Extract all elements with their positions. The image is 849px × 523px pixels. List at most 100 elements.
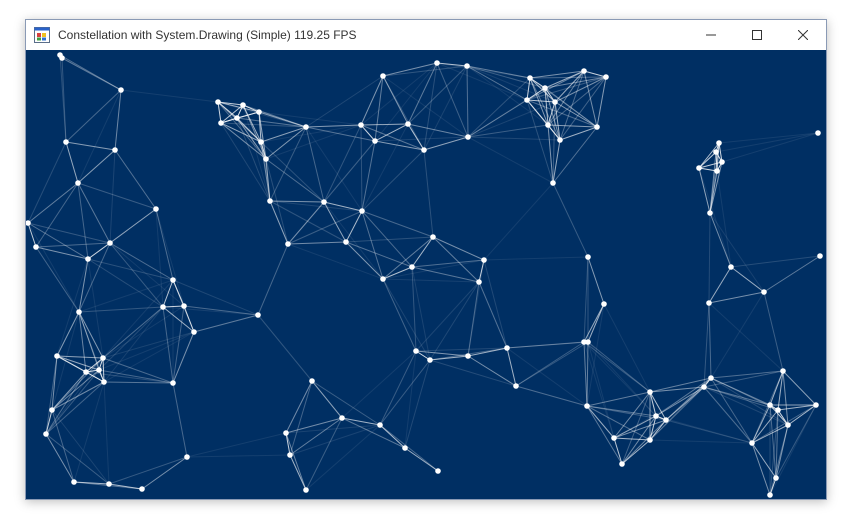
constellation-node [63,139,69,145]
window-title: Constellation with System.Drawing (Simpl… [58,28,357,42]
constellation-node [813,402,819,408]
constellation-node [611,435,617,441]
constellation-node [761,289,767,295]
constellation-node [43,431,49,437]
constellation-node [585,254,591,260]
constellation-node [402,445,408,451]
constellation-node [713,149,719,155]
constellation-node [240,102,246,108]
maximize-button[interactable] [734,20,780,50]
constellation-node [552,99,558,105]
constellation-node [557,137,563,143]
constellation-canvas [26,50,826,499]
constellation-node [267,198,273,204]
maximize-icon [752,30,762,40]
canvas-background [26,50,826,499]
constellation-node [184,454,190,460]
constellation-node [359,208,365,214]
constellation-node [817,253,823,259]
constellation-node [773,475,779,481]
minimize-button[interactable] [688,20,734,50]
constellation-node [59,55,65,61]
constellation-node [504,345,510,351]
constellation-node [287,452,293,458]
constellation-node [481,257,487,263]
constellation-node [309,378,315,384]
constellation-node [716,140,722,146]
constellation-node [285,241,291,247]
constellation-node [585,339,591,345]
constellation-node [545,122,551,128]
constellation-node [118,87,124,93]
constellation-node [255,312,261,318]
constellation-node [191,329,197,335]
constellation-node [707,210,713,216]
constellation-node [71,479,77,485]
constellation-node [601,301,607,307]
constellation-node [647,389,653,395]
constellation-node [339,415,345,421]
constellation-node [527,75,533,81]
constellation-node [283,430,289,436]
constellation-node [767,402,773,408]
constellation-node [603,74,609,80]
constellation-node [405,121,411,127]
close-icon [798,30,808,40]
constellation-node [85,256,91,262]
constellation-node [234,115,240,121]
constellation-node [780,368,786,374]
constellation-node [358,122,364,128]
title-bar[interactable]: Constellation with System.Drawing (Simpl… [26,20,826,50]
constellation-node [465,134,471,140]
constellation-node [513,383,519,389]
constellation-node [647,437,653,443]
constellation-node [263,156,269,162]
constellation-node [594,124,600,130]
constellation-node [767,492,773,498]
constellation-node [550,180,556,186]
constellation-node [409,264,415,270]
close-button[interactable] [780,20,826,50]
constellation-node [107,240,113,246]
constellation-node [708,375,714,381]
constellation-node [303,124,309,130]
constellation-node [413,348,419,354]
constellation-node [321,199,327,205]
constellation-node [701,384,707,390]
constellation-node [464,63,470,69]
constellation-node [785,422,791,428]
constellation-node [96,367,102,373]
constellation-node [728,264,734,270]
constellation-node [170,380,176,386]
constellation-node [815,130,821,136]
constellation-node [33,244,39,250]
constellation-node [663,417,669,423]
constellation-node [377,422,383,428]
constellation-node [101,379,107,385]
constellation-node [653,413,659,419]
constellation-node [170,277,176,283]
constellation-node [465,353,471,359]
constellation-node [139,486,145,492]
minimize-icon [706,34,716,36]
constellation-node [434,60,440,66]
constellation-node [256,109,262,115]
constellation-node [303,487,309,493]
constellation-node [719,159,725,165]
constellation-node [181,303,187,309]
constellation-node [581,68,587,74]
constellation-node [584,403,590,409]
constellation-node [524,97,530,103]
constellation-node [714,168,720,174]
constellation-node [696,165,702,171]
constellation-node [706,300,712,306]
constellation-node [435,468,441,474]
constellation-node [421,147,427,153]
constellation-node [372,138,378,144]
constellation-node [380,276,386,282]
constellation-node [343,239,349,245]
constellation-node [775,407,781,413]
constellation-node [83,369,89,375]
windows-forms-app-icon [34,27,50,43]
constellation-node [153,206,159,212]
